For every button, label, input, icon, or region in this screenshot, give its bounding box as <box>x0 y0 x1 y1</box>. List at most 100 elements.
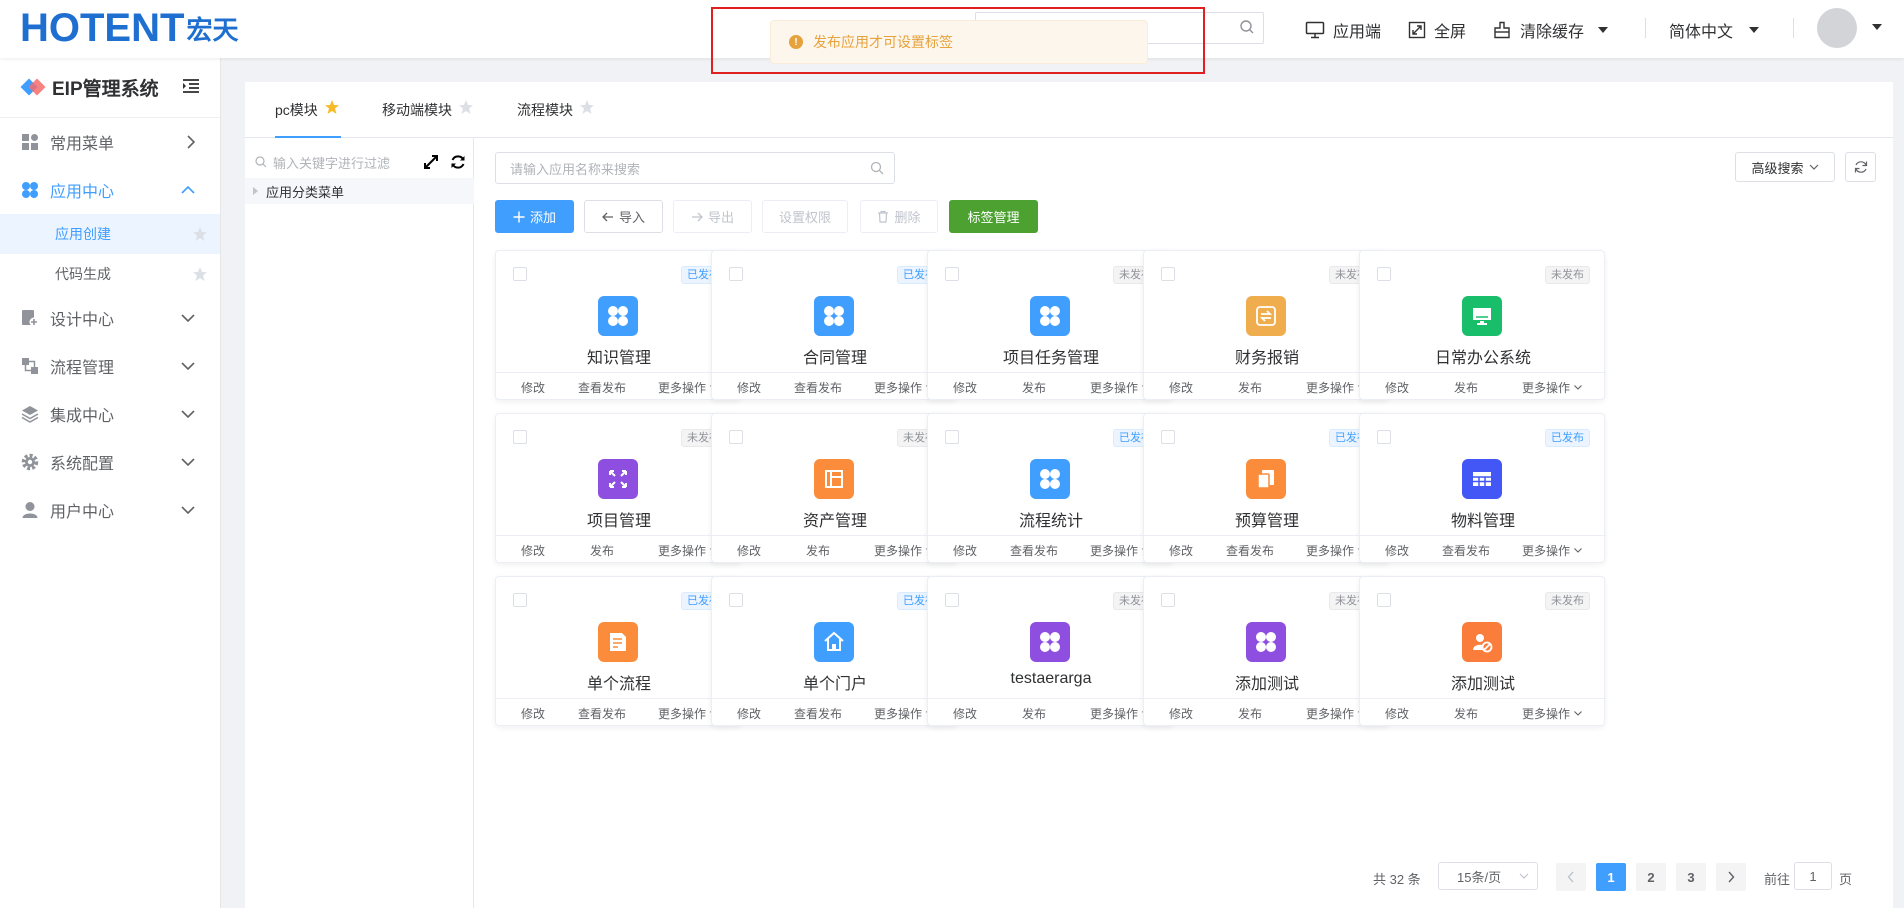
page-2-button[interactable]: 2 <box>1636 863 1666 891</box>
search-icon[interactable] <box>1239 19 1255 38</box>
app-name[interactable]: 项目任务管理 <box>928 344 1174 368</box>
edit-link[interactable]: 修改 <box>1144 542 1218 559</box>
more-actions-dropdown[interactable]: 更多操作 <box>1498 542 1606 559</box>
app-select-checkbox[interactable] <box>945 267 959 281</box>
app-card[interactable]: 已发布 预算管理 修改 查看发布 更多操作 <box>1143 413 1390 563</box>
app-select-checkbox[interactable] <box>729 267 743 281</box>
export-button[interactable]: 导出 <box>673 200 752 233</box>
sidebar-subitem-app-create[interactable]: 应用创建 <box>0 214 220 254</box>
tag-manage-button[interactable]: 标签管理 <box>949 200 1038 233</box>
app-card[interactable]: 已发布 物料管理 修改 查看发布 更多操作 <box>1359 413 1606 563</box>
app-card[interactable]: 已发布 合同管理 修改 查看发布 更多操作 <box>711 250 958 400</box>
app-name[interactable]: 知识管理 <box>496 344 742 368</box>
expand-all-icon[interactable] <box>423 154 439 173</box>
prev-page-button[interactable] <box>1556 863 1586 891</box>
edit-link[interactable]: 修改 <box>712 542 786 559</box>
publish-link[interactable]: 发布 <box>570 542 634 559</box>
app-select-checkbox[interactable] <box>513 593 527 607</box>
goto-page-input[interactable]: 1 <box>1794 862 1832 890</box>
edit-link[interactable]: 修改 <box>928 542 1002 559</box>
publish-link[interactable]: 发布 <box>1218 379 1282 396</box>
star-icon[interactable] <box>458 99 474 115</box>
star-icon[interactable] <box>192 266 208 285</box>
next-page-button[interactable] <box>1716 863 1746 891</box>
sidebar-item-common-menu[interactable]: 常用菜单 <box>0 118 220 166</box>
view-publish-link[interactable]: 查看发布 <box>570 379 634 396</box>
tree-node-root[interactable]: 应用分类菜单 <box>245 178 474 204</box>
publish-link[interactable]: 发布 <box>1002 705 1066 722</box>
app-select-checkbox[interactable] <box>729 593 743 607</box>
publish-link[interactable]: 发布 <box>1218 705 1282 722</box>
sidebar-subitem-code-gen[interactable]: 代码生成 <box>0 254 220 294</box>
app-name[interactable]: 单个门户 <box>712 670 958 694</box>
app-card[interactable]: 未发布 项目管理 修改 发布 更多操作 <box>495 413 742 563</box>
sidebar-item-system-config[interactable]: 系统配置 <box>0 438 220 486</box>
tree-filter-input[interactable]: 输入关键字进行过滤 <box>255 152 390 172</box>
app-name[interactable]: 单个流程 <box>496 670 742 694</box>
view-publish-link[interactable]: 查看发布 <box>786 705 850 722</box>
app-search-input[interactable]: 请输入应用名称来搜索 <box>495 152 895 184</box>
app-select-checkbox[interactable] <box>1377 267 1391 281</box>
brand-logo[interactable]: HOTENT 宏天 <box>20 8 238 48</box>
add-button[interactable]: 添加 <box>495 200 574 233</box>
page-1-button[interactable]: 1 <box>1596 863 1626 891</box>
edit-link[interactable]: 修改 <box>928 705 1002 722</box>
edit-link[interactable]: 修改 <box>496 542 570 559</box>
sidebar-item-design-center[interactable]: 设计中心 <box>0 294 220 342</box>
app-name[interactable]: 资产管理 <box>712 507 958 531</box>
sidebar-item-user-center[interactable]: 用户中心 <box>0 486 220 534</box>
app-name[interactable]: 添加测试 <box>1360 670 1606 694</box>
app-card[interactable]: 未发布 项目任务管理 修改 发布 更多操作 <box>927 250 1174 400</box>
edit-link[interactable]: 修改 <box>1360 542 1434 559</box>
collapse-menu-icon[interactable] <box>182 78 200 97</box>
set-permission-button[interactable]: 设置权限 <box>762 200 848 233</box>
caret-right-icon[interactable] <box>253 187 258 195</box>
edit-link[interactable]: 修改 <box>1144 705 1218 722</box>
publish-link[interactable]: 发布 <box>1002 379 1066 396</box>
star-icon[interactable] <box>324 99 340 115</box>
app-card[interactable]: 未发布 添加测试 修改 发布 更多操作 <box>1359 576 1606 726</box>
delete-button[interactable]: 删除 <box>860 200 938 233</box>
fullscreen-button[interactable]: 全屏 <box>1408 18 1466 42</box>
app-select-checkbox[interactable] <box>513 267 527 281</box>
app-name[interactable]: 项目管理 <box>496 507 742 531</box>
app-card[interactable]: 未发布 资产管理 修改 发布 更多操作 <box>711 413 958 563</box>
sidebar-item-integration[interactable]: 集成中心 <box>0 390 220 438</box>
page-3-button[interactable]: 3 <box>1676 863 1706 891</box>
publish-link[interactable]: 发布 <box>786 542 850 559</box>
app-select-checkbox[interactable] <box>1377 430 1391 444</box>
edit-link[interactable]: 修改 <box>1360 379 1434 396</box>
app-select-checkbox[interactable] <box>729 430 743 444</box>
view-publish-link[interactable]: 查看发布 <box>570 705 634 722</box>
clear-cache-dropdown[interactable]: 清除缓存 <box>1492 18 1609 42</box>
app-card[interactable]: 已发布 单个门户 修改 查看发布 更多操作 <box>711 576 958 726</box>
edit-link[interactable]: 修改 <box>1144 379 1218 396</box>
sidebar-item-app-center[interactable]: 应用中心 <box>0 166 220 214</box>
import-button[interactable]: 导入 <box>584 200 663 233</box>
app-select-checkbox[interactable] <box>1161 430 1175 444</box>
tab-pc-module[interactable]: pc模块 <box>275 100 341 138</box>
app-card[interactable]: 未发布 财务报销 修改 发布 更多操作 <box>1143 250 1390 400</box>
sidebar-item-flow-manage[interactable]: 流程管理 <box>0 342 220 390</box>
app-name[interactable]: 预算管理 <box>1144 507 1390 531</box>
refresh-button[interactable] <box>1845 152 1876 182</box>
tab-flow-module[interactable]: 流程模块 <box>517 100 595 138</box>
star-icon[interactable] <box>579 99 595 115</box>
app-card[interactable]: 已发布 知识管理 修改 查看发布 更多操作 <box>495 250 742 400</box>
view-publish-link[interactable]: 查看发布 <box>1434 542 1498 559</box>
tab-mobile-module[interactable]: 移动端模块 <box>382 100 474 138</box>
language-dropdown[interactable]: 简体中文 <box>1669 18 1760 42</box>
app-card[interactable]: 已发布 单个流程 修改 查看发布 更多操作 <box>495 576 742 726</box>
app-name[interactable]: 合同管理 <box>712 344 958 368</box>
app-select-checkbox[interactable] <box>1161 593 1175 607</box>
app-card[interactable]: 未发布 日常办公系统 修改 发布 更多操作 <box>1359 250 1606 400</box>
search-icon[interactable] <box>870 161 884 178</box>
app-name[interactable]: testaerarga <box>928 670 1174 688</box>
app-select-checkbox[interactable] <box>513 430 527 444</box>
app-select-checkbox[interactable] <box>1161 267 1175 281</box>
app-select-checkbox[interactable] <box>945 593 959 607</box>
app-name[interactable]: 物料管理 <box>1360 507 1606 531</box>
app-end-button[interactable]: 应用端 <box>1305 18 1381 42</box>
more-actions-dropdown[interactable]: 更多操作 <box>1498 379 1606 396</box>
avatar-caret[interactable] <box>1872 24 1890 30</box>
